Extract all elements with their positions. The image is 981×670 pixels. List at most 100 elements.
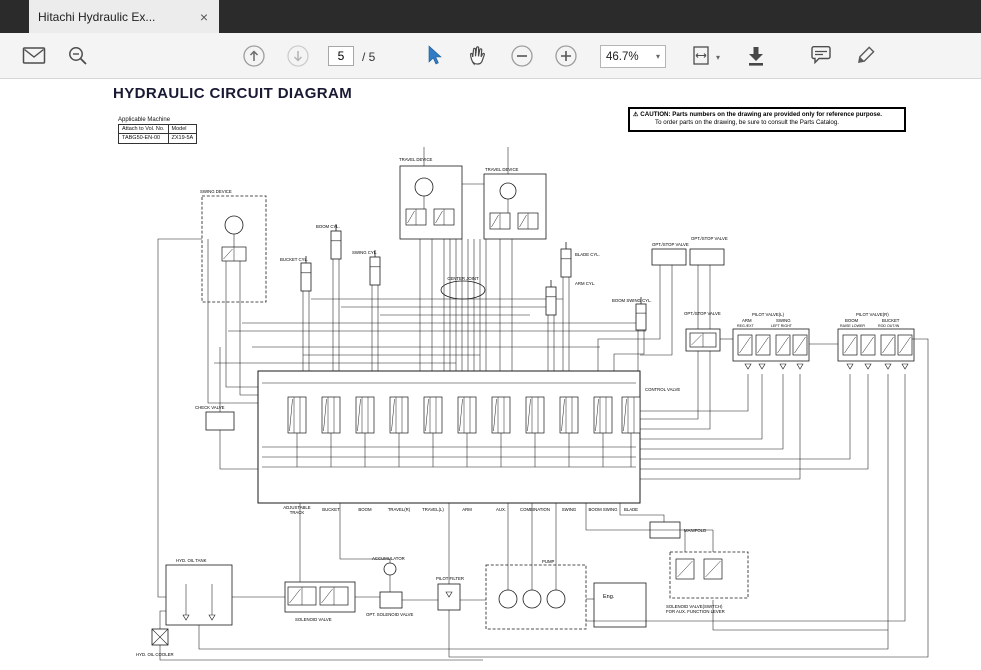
diagram-box bbox=[652, 249, 686, 265]
diagram-box bbox=[258, 371, 640, 503]
pump-motor-symbol bbox=[499, 590, 517, 608]
diagram-box bbox=[166, 565, 232, 625]
port-symbol bbox=[902, 364, 908, 369]
applicable-machine-table: Applicable Machine Attach to Vol. No. Mo… bbox=[118, 117, 197, 144]
diagram-line bbox=[220, 430, 258, 469]
fit-width-icon bbox=[690, 44, 714, 68]
diagram-label: OPT./STOP VALVE bbox=[652, 242, 689, 247]
diagram-label: CHECK VALVE bbox=[195, 405, 225, 410]
diagram-label: AUX. bbox=[496, 507, 506, 512]
diagram-label: TRAVEL DEVICE bbox=[485, 167, 519, 172]
zoom-out-button[interactable] bbox=[506, 40, 538, 72]
diagram-label: SOLENOID VALVE bbox=[295, 617, 332, 622]
diagram-label: ARM CYL. bbox=[575, 281, 595, 286]
machine-table-caption: Applicable Machine bbox=[118, 117, 197, 123]
port-symbol bbox=[183, 615, 189, 620]
diagram-label: BUCKET CYL. bbox=[280, 257, 308, 262]
diagram-box bbox=[400, 166, 462, 239]
diagram-label: BLADE CYL. bbox=[575, 252, 600, 257]
envelope-icon bbox=[22, 46, 46, 66]
diagram-line bbox=[160, 645, 483, 660]
download-icon bbox=[744, 44, 768, 68]
fit-width-button[interactable] bbox=[686, 40, 718, 72]
diagram-label: BOOM CYL. bbox=[316, 224, 340, 229]
valve-symbol bbox=[526, 397, 544, 433]
caution-box: ⚠ CAUTION: Parts numbers on the drawing … bbox=[628, 107, 906, 132]
center-joint-symbol bbox=[441, 281, 485, 299]
port-symbol bbox=[209, 615, 215, 620]
diagram-label: HYD. OIL TANK bbox=[176, 558, 207, 563]
diagram-label: COMBINATION bbox=[520, 507, 550, 512]
diagram-label: OPT./STOP VALVE bbox=[684, 311, 721, 316]
cylinder-symbol bbox=[301, 263, 311, 291]
download-button[interactable] bbox=[740, 40, 772, 72]
zoom-search-icon bbox=[67, 45, 89, 67]
diagram-label: TRAVEL DEVICE bbox=[399, 157, 433, 162]
diagram-box bbox=[594, 583, 646, 627]
next-page-button[interactable] bbox=[282, 40, 314, 72]
valve-symbol bbox=[492, 397, 510, 433]
valve-symbol bbox=[594, 397, 612, 433]
tab-close-icon[interactable]: × bbox=[198, 10, 210, 24]
diagram-box bbox=[690, 249, 724, 265]
diagram-label: BUCKET bbox=[882, 318, 900, 323]
port-symbol bbox=[847, 364, 853, 369]
page-count-label: / 5 bbox=[362, 50, 375, 64]
page-number-input[interactable] bbox=[328, 46, 354, 66]
document-area[interactable]: SWING DEVICE TRAVEL DEVICE TRAVEL DEVICE BO… bbox=[0, 79, 981, 669]
port-symbol bbox=[759, 364, 765, 369]
diagram-label: PUMP bbox=[542, 559, 555, 564]
diagram-label: TRAVEL(R) bbox=[388, 507, 411, 512]
diagram-label: SWING DEVICE bbox=[200, 189, 232, 194]
pump-motor-symbol bbox=[500, 183, 516, 199]
tab-title: Hitachi Hydraulic Ex... bbox=[38, 10, 155, 24]
pump-motor-symbol bbox=[225, 216, 243, 234]
diagram-label: ARM bbox=[742, 318, 752, 323]
chevron-down-icon: ▾ bbox=[656, 52, 660, 61]
highlight-pen-button[interactable] bbox=[850, 40, 882, 72]
comment-button[interactable] bbox=[805, 40, 837, 72]
diagram-label: CENTER JOINT bbox=[447, 276, 479, 281]
diagram-label: REG./EXT bbox=[737, 324, 755, 328]
email-button[interactable] bbox=[18, 40, 50, 72]
comment-icon bbox=[809, 44, 833, 68]
port-symbol bbox=[780, 364, 786, 369]
diagram-label: ROD OUT/IN bbox=[878, 324, 900, 328]
diagram-label: BOOM SWING CYL. bbox=[612, 298, 652, 303]
pump-motor-symbol bbox=[415, 178, 433, 196]
diagram-label: PILOT FILTER bbox=[436, 576, 464, 581]
highlight-pen-icon bbox=[854, 44, 878, 68]
diagram-label: LEFT RIGHT bbox=[771, 324, 793, 328]
diagram-line bbox=[640, 351, 698, 419]
zoom-level-dropdown[interactable]: 46.7% ▾ bbox=[600, 45, 666, 68]
diagram-label: Eng. bbox=[603, 594, 615, 600]
machine-table-col1-value: TABG50-EN-00 bbox=[119, 134, 169, 143]
cylinder-symbol bbox=[546, 287, 556, 315]
document-tab[interactable]: Hitachi Hydraulic Ex... × bbox=[29, 0, 219, 33]
cylinder-symbol bbox=[636, 304, 646, 330]
diagram-label: MANIFOLD bbox=[684, 528, 706, 533]
diagram-line bbox=[640, 374, 783, 449]
page-down-icon bbox=[286, 44, 310, 68]
select-tool-icon bbox=[422, 44, 446, 68]
cylinder-symbol bbox=[370, 257, 380, 285]
diagram-box bbox=[380, 592, 402, 608]
zoom-in-icon bbox=[554, 44, 578, 68]
previous-page-button[interactable] bbox=[238, 40, 270, 72]
diagram-label: BUCKET bbox=[322, 507, 340, 512]
zoom-out-icon bbox=[510, 44, 534, 68]
diagram-line bbox=[226, 261, 258, 387]
caution-line2: To order parts on the drawing, be sure t… bbox=[633, 119, 901, 127]
valve-symbol bbox=[560, 397, 578, 433]
zoom-in-button[interactable] bbox=[550, 40, 582, 72]
diagram-label: BOOM SWING bbox=[589, 507, 619, 512]
diagram-line bbox=[160, 611, 166, 629]
marquee-zoom-button[interactable] bbox=[62, 40, 94, 72]
diagram-line bbox=[614, 330, 644, 371]
hand-tool-button[interactable] bbox=[462, 40, 494, 72]
tab-bar: Hitachi Hydraulic Ex... × bbox=[0, 0, 981, 33]
diagram-label: SWING bbox=[562, 507, 577, 512]
diagram-label: TRACK bbox=[290, 510, 305, 515]
page-title: HYDRAULIC CIRCUIT DIAGRAM bbox=[113, 85, 352, 102]
select-tool-button[interactable] bbox=[418, 40, 450, 72]
